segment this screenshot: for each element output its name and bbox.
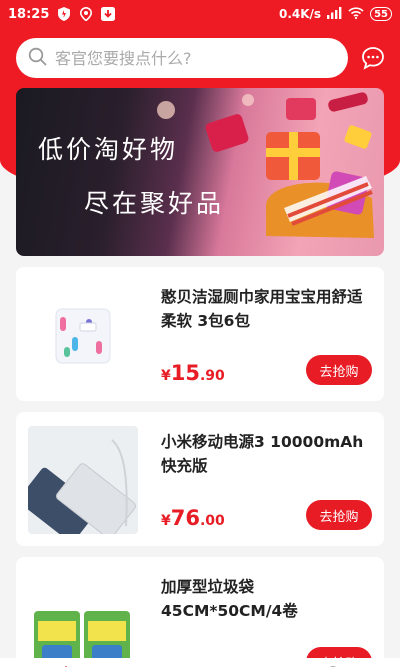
product-price: ¥76.00 — [161, 506, 225, 530]
product-image — [28, 426, 138, 534]
message-button[interactable] — [360, 45, 386, 71]
location-icon — [79, 7, 93, 21]
status-bar: 18:25 0.4K/s 55 — [0, 0, 400, 28]
product-card[interactable]: 加厚型垃圾袋45CM*50CM/4卷 去抢购 — [16, 557, 384, 667]
shield-icon — [57, 7, 71, 21]
product-title: 憨贝洁湿厕巾家用宝宝用舒适柔软 3包6包 — [161, 288, 363, 330]
product-image — [28, 281, 138, 389]
product-card[interactable]: 憨贝洁湿厕巾家用宝宝用舒适柔软 3包6包 ¥15.90 去抢购 — [16, 267, 384, 401]
product-title: 加厚型垃圾袋45CM*50CM/4卷 — [161, 578, 298, 620]
product-image — [28, 571, 138, 667]
promo-banner[interactable]: 低价淘好物 尽在聚好品 — [16, 88, 384, 256]
wifi-icon — [348, 6, 364, 22]
search-row — [16, 38, 386, 78]
search-box[interactable] — [16, 38, 349, 78]
bottom-tab-bar — [0, 658, 400, 667]
network-speed: 0.4K/s — [278, 7, 322, 21]
signal-icon — [327, 6, 342, 22]
download-icon — [101, 7, 116, 21]
product-price: ¥15.90 — [161, 361, 225, 385]
search-icon — [28, 47, 47, 70]
banner-illustration — [157, 92, 374, 238]
status-time: 18:25 — [8, 6, 50, 22]
buy-now-button[interactable]: 去抢购 — [306, 500, 372, 530]
buy-now-button[interactable]: 去抢购 — [306, 355, 372, 385]
search-input[interactable] — [55, 48, 325, 68]
product-title: 小米移动电源3 10000mAh 快充版 — [161, 433, 364, 475]
product-card[interactable]: 小米移动电源3 10000mAh 快充版 ¥76.00 去抢购 — [16, 412, 384, 546]
banner-headline: 低价淘好物 — [38, 135, 179, 164]
battery-indicator: 55 — [370, 7, 392, 21]
banner-subheadline: 尽在聚好品 — [84, 189, 225, 218]
chat-bubble-icon — [362, 47, 384, 70]
